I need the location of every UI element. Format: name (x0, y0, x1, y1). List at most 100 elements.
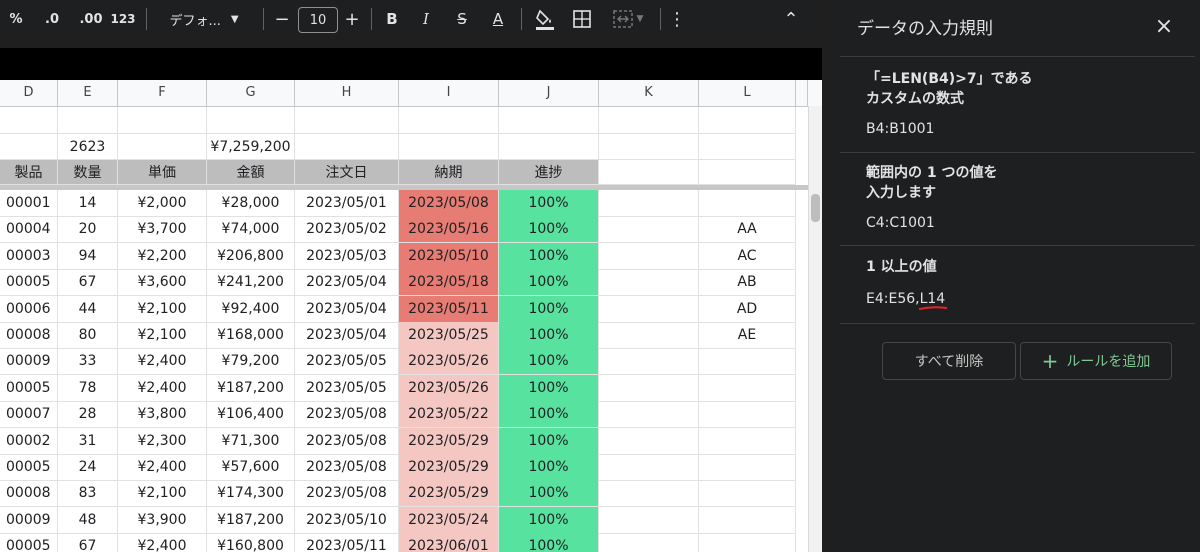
empty-cell[interactable] (599, 401, 699, 428)
header-cell[interactable]: 納期 (399, 160, 499, 185)
quantity-total-cell[interactable]: 2623 (58, 134, 118, 160)
data-cell[interactable]: 2023/05/24 (399, 507, 499, 534)
empty-cell[interactable] (0, 134, 58, 160)
validation-rule-card[interactable]: 「=LEN(B4)>7」である カスタムの数式 B4:B1001 (840, 56, 1195, 153)
data-cell[interactable]: ¥2,100 (118, 480, 207, 507)
data-cell[interactable]: ¥2,400 (118, 533, 207, 552)
empty-cell[interactable] (599, 533, 699, 552)
fill-color-button[interactable] (532, 0, 558, 38)
add-rule-button[interactable]: + ルールを追加 (1020, 342, 1172, 380)
empty-cell[interactable] (599, 216, 699, 243)
data-cell[interactable]: 2023/05/08 (295, 480, 399, 507)
data-cell[interactable]: 2023/05/29 (399, 480, 499, 507)
empty-cell[interactable] (699, 134, 796, 160)
data-cell[interactable]: 2023/05/25 (399, 322, 499, 349)
data-cell[interactable]: 00005 (0, 454, 58, 481)
data-cell[interactable]: 2023/06/01 (399, 533, 499, 552)
data-cell[interactable]: AE (699, 322, 796, 349)
data-cell[interactable]: ¥74,000 (207, 216, 295, 243)
data-cell[interactable]: AB (699, 269, 796, 296)
data-cell[interactable]: 83 (58, 480, 118, 507)
header-cell[interactable]: 注文日 (295, 160, 399, 185)
data-cell[interactable]: 78 (58, 375, 118, 402)
empty-cell[interactable] (699, 160, 796, 185)
vertical-scrollbar[interactable] (808, 106, 822, 552)
decrease-font-size-button[interactable]: − (272, 0, 292, 38)
data-cell[interactable]: 00008 (0, 322, 58, 349)
data-cell[interactable]: 2023/05/03 (295, 243, 399, 270)
empty-cell[interactable] (118, 134, 207, 160)
empty-cell[interactable] (599, 107, 699, 134)
data-cell[interactable] (699, 454, 796, 481)
data-cell[interactable]: ¥92,400 (207, 296, 295, 323)
increase-font-size-button[interactable]: + (342, 0, 362, 38)
data-cell[interactable]: ¥187,200 (207, 507, 295, 534)
empty-cell[interactable] (599, 348, 699, 375)
empty-cell[interactable] (699, 107, 796, 134)
data-cell[interactable]: 2023/05/11 (295, 533, 399, 552)
empty-cell[interactable] (599, 507, 699, 534)
decrease-decimal-button[interactable]: .0 (38, 0, 66, 38)
data-cell[interactable]: ¥2,400 (118, 348, 207, 375)
data-cell[interactable]: ¥3,600 (118, 269, 207, 296)
collapse-toolbar-button[interactable]: ⌃ (778, 0, 804, 38)
data-cell[interactable]: 14 (58, 190, 118, 217)
data-cell[interactable]: 00006 (0, 296, 58, 323)
header-cell[interactable]: 金額 (207, 160, 295, 185)
data-cell[interactable] (699, 507, 796, 534)
column-header[interactable]: G (207, 80, 295, 106)
empty-cell[interactable] (599, 269, 699, 296)
data-cell[interactable]: 2023/05/29 (399, 454, 499, 481)
empty-cell[interactable] (499, 107, 599, 134)
data-cell[interactable]: 2023/05/04 (295, 322, 399, 349)
data-cell[interactable]: 2023/05/16 (399, 216, 499, 243)
data-cell[interactable]: 100% (499, 375, 599, 402)
empty-cell[interactable] (295, 107, 399, 134)
data-cell[interactable]: 2023/05/01 (295, 190, 399, 217)
data-cell[interactable]: 100% (499, 216, 599, 243)
data-cell[interactable]: 2023/05/08 (295, 401, 399, 428)
data-cell[interactable]: 80 (58, 322, 118, 349)
close-panel-button[interactable]: × (1150, 12, 1178, 40)
data-cell[interactable]: ¥3,700 (118, 216, 207, 243)
data-cell[interactable]: 00007 (0, 401, 58, 428)
data-cell[interactable]: AD (699, 296, 796, 323)
data-cell[interactable]: 2023/05/05 (295, 375, 399, 402)
data-cell[interactable]: 100% (499, 480, 599, 507)
header-cell[interactable]: 数量 (58, 160, 118, 185)
data-cell[interactable]: ¥79,200 (207, 348, 295, 375)
font-size-input[interactable]: 10 (298, 7, 338, 33)
data-cell[interactable]: ¥3,800 (118, 401, 207, 428)
data-cell[interactable]: 00009 (0, 348, 58, 375)
empty-cell[interactable] (599, 296, 699, 323)
column-header[interactable] (796, 80, 808, 106)
data-cell[interactable]: 2023/05/18 (399, 269, 499, 296)
column-header[interactable]: F (118, 80, 207, 106)
data-cell[interactable]: 67 (58, 269, 118, 296)
frozen-rows-divider[interactable] (0, 185, 808, 190)
data-cell[interactable]: 00009 (0, 507, 58, 534)
empty-cell[interactable] (599, 190, 699, 217)
italic-button[interactable]: I (416, 0, 436, 38)
data-cell[interactable]: 100% (499, 533, 599, 552)
empty-cell[interactable] (399, 107, 499, 134)
column-header[interactable]: I (399, 80, 499, 106)
data-cell[interactable] (699, 375, 796, 402)
data-cell[interactable]: 00008 (0, 480, 58, 507)
data-cell[interactable]: 2023/05/10 (295, 507, 399, 534)
strikethrough-button[interactable]: S (450, 0, 474, 38)
empty-cell[interactable] (599, 243, 699, 270)
data-cell[interactable]: ¥106,400 (207, 401, 295, 428)
data-cell[interactable]: ¥2,400 (118, 375, 207, 402)
merge-cells-button[interactable]: ▼ (606, 0, 650, 38)
data-cell[interactable]: ¥206,800 (207, 243, 295, 270)
empty-cell[interactable] (0, 107, 58, 134)
data-cell[interactable]: 00005 (0, 533, 58, 552)
data-cell[interactable]: 44 (58, 296, 118, 323)
empty-cell[interactable] (599, 480, 699, 507)
validation-rule-card[interactable]: 1 以上の値 E4:E56,L14 (840, 245, 1195, 324)
data-cell[interactable]: ¥2,400 (118, 454, 207, 481)
empty-cell[interactable] (599, 322, 699, 349)
column-header[interactable]: E (58, 80, 118, 106)
data-cell[interactable]: ¥71,300 (207, 428, 295, 455)
